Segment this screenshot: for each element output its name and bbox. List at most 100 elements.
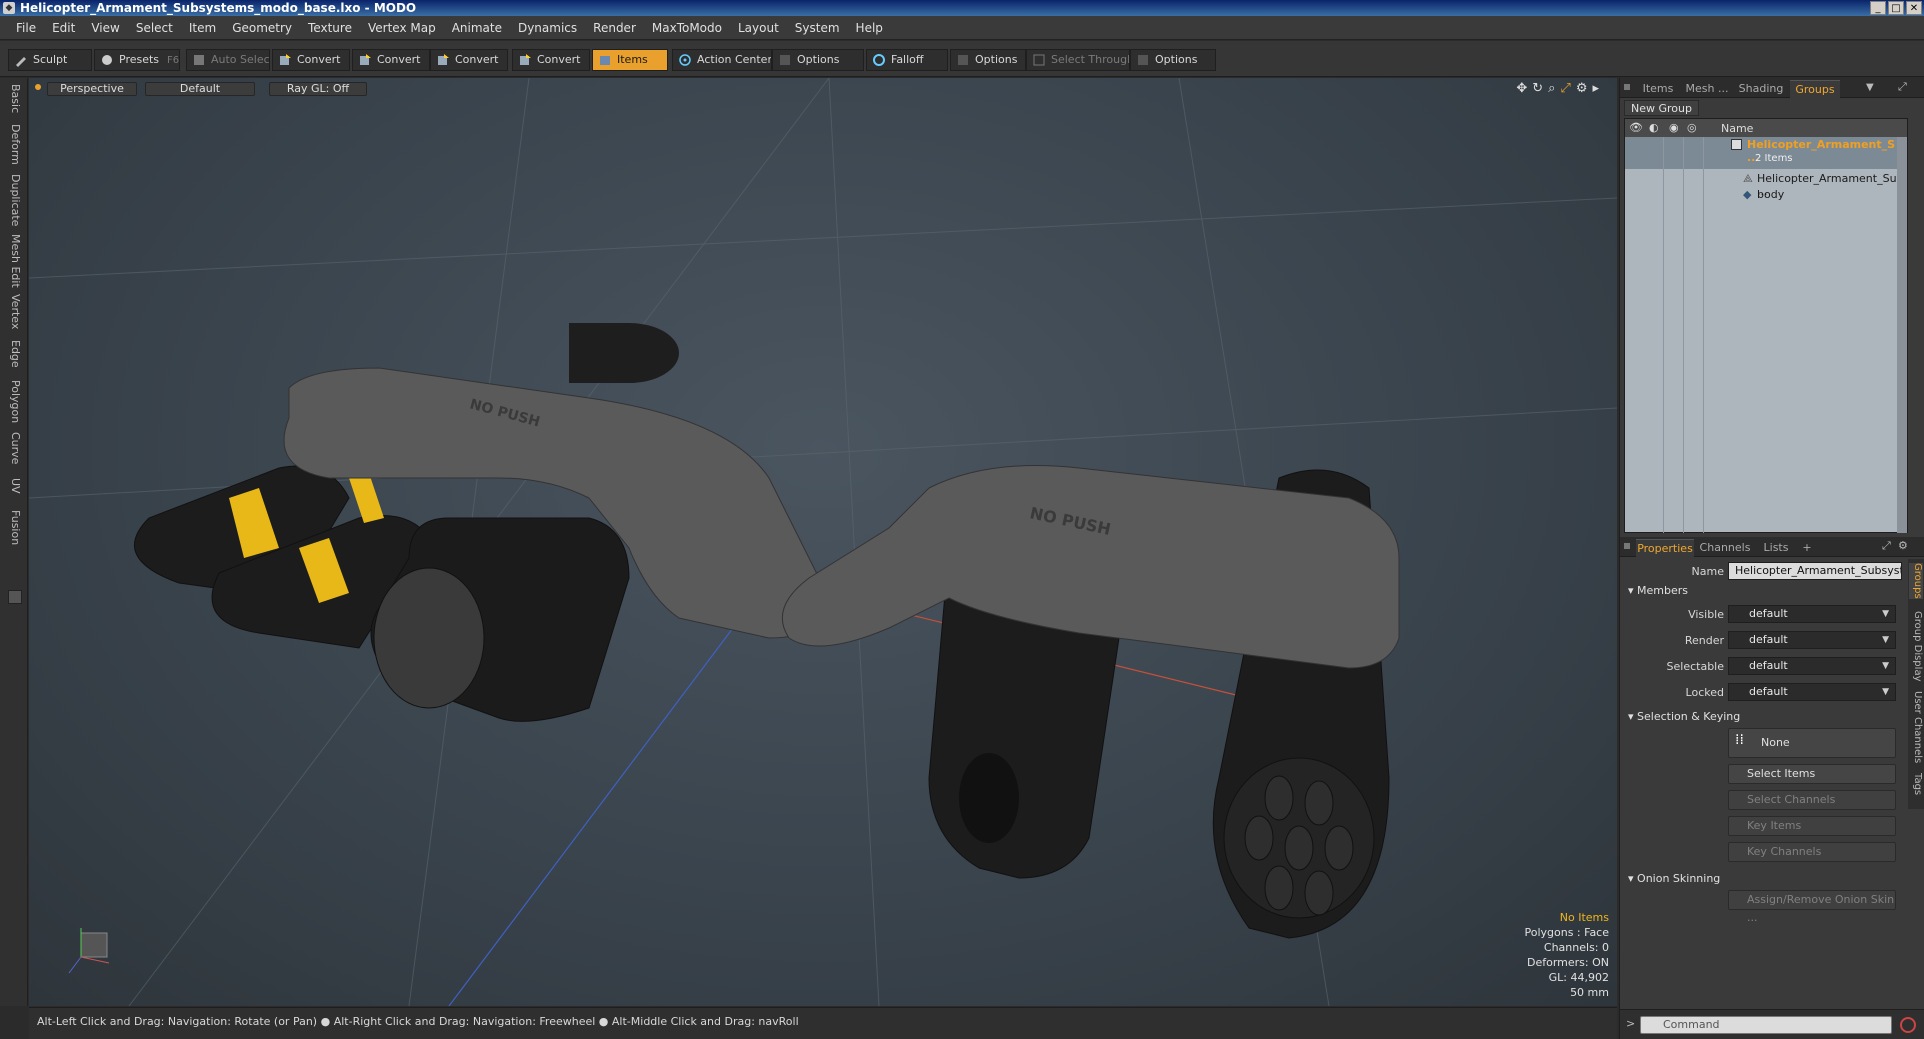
tab-items[interactable]: Items bbox=[1636, 80, 1680, 98]
tab-fusion[interactable]: Fusion bbox=[6, 510, 22, 545]
select-channels-button[interactable]: Select Channels bbox=[1728, 790, 1896, 810]
minimize-button[interactable]: _ bbox=[1870, 1, 1886, 15]
shading-selector[interactable]: Default bbox=[145, 82, 255, 96]
record-icon[interactable] bbox=[1900, 1017, 1916, 1033]
sculpt-button[interactable]: Sculpt bbox=[8, 49, 92, 71]
tab-mesh[interactable]: Mesh ... bbox=[1682, 80, 1732, 98]
menu-view[interactable]: View bbox=[83, 16, 127, 40]
render-icon[interactable]: ◐ bbox=[1649, 121, 1659, 134]
lock-icon[interactable]: ◉ bbox=[1669, 121, 1679, 134]
column-name[interactable]: Name bbox=[1721, 122, 1753, 135]
view-type-selector[interactable]: Perspective bbox=[47, 82, 137, 96]
render-dropdown[interactable]: default ▼ bbox=[1728, 631, 1896, 649]
viewport-dot-icon[interactable] bbox=[35, 84, 41, 90]
tab-edge[interactable]: Edge bbox=[6, 340, 22, 368]
menu-item[interactable]: Item bbox=[181, 16, 224, 40]
selection-keying-label: Selection & Keying bbox=[1637, 710, 1741, 723]
action-center-button[interactable]: Action Center bbox=[672, 49, 772, 71]
select-icon[interactable]: ◎ bbox=[1687, 121, 1697, 134]
scrollbar[interactable] bbox=[1897, 137, 1907, 533]
key-items-button[interactable]: Key Items bbox=[1728, 816, 1896, 836]
menu-file[interactable]: File bbox=[8, 16, 44, 40]
items-mode-button[interactable]: Items bbox=[592, 49, 668, 71]
menu-animate[interactable]: Animate bbox=[444, 16, 510, 40]
visibility-eye-icon[interactable]: 👁 bbox=[1629, 121, 1643, 134]
options-button-2[interactable]: Options bbox=[950, 49, 1026, 71]
menu-system[interactable]: System bbox=[787, 16, 848, 40]
raygl-toggle[interactable]: Ray GL: Off bbox=[269, 82, 367, 96]
selection-keying-section[interactable]: ▾ Selection & Keying bbox=[1628, 710, 1740, 723]
panel-menu-icon[interactable] bbox=[1624, 84, 1630, 90]
tab-deform[interactable]: Deform bbox=[6, 124, 22, 165]
selectable-dropdown[interactable]: default ▼ bbox=[1728, 657, 1896, 675]
command-input[interactable]: Command bbox=[1640, 1016, 1892, 1034]
key-channels-button[interactable]: Key Channels bbox=[1728, 842, 1896, 862]
expand-arrow-icon[interactable]: ▸ bbox=[1592, 81, 1599, 96]
convert-button-1[interactable]: Convert bbox=[272, 49, 350, 71]
tab-curve[interactable]: Curve bbox=[6, 432, 22, 464]
panel-toggle-icon[interactable] bbox=[8, 590, 22, 604]
items-label: Items bbox=[617, 53, 648, 66]
locked-dropdown[interactable]: default ▼ bbox=[1728, 683, 1896, 701]
tab-uv[interactable]: UV bbox=[6, 478, 22, 494]
3d-viewport[interactable]: NO PUSH NO PUSH Perspective Default Ray … bbox=[29, 78, 1617, 1006]
menu-geometry[interactable]: Geometry bbox=[224, 16, 300, 40]
convert-button-2[interactable]: Convert bbox=[352, 49, 430, 71]
selection-mode-none-button[interactable]: ⁞⁞ None bbox=[1728, 728, 1896, 758]
group-list[interactable]: 👁 ◐ ◉ ◎ Name Helicopter_Armament_S ... 2… bbox=[1624, 118, 1908, 533]
tab-groups[interactable]: Groups bbox=[1790, 80, 1840, 98]
menu-layout[interactable]: Layout bbox=[730, 16, 787, 40]
menu-edit[interactable]: Edit bbox=[44, 16, 83, 40]
menu-help[interactable]: Help bbox=[848, 16, 891, 40]
convert-button-3[interactable]: Convert bbox=[430, 49, 508, 71]
side-tab-groups[interactable]: Groups bbox=[1909, 563, 1923, 599]
expand-panel-icon[interactable]: ⤢ bbox=[1898, 80, 1907, 94]
convert-label: Convert bbox=[297, 53, 341, 66]
list-item[interactable]: ⟁ Helicopter_Armament_Sub ... bbox=[1625, 171, 1907, 198]
options-button-3[interactable]: Options bbox=[1130, 49, 1216, 71]
menu-dynamics[interactable]: Dynamics bbox=[510, 16, 585, 40]
presets-button[interactable]: Presets F6 bbox=[94, 49, 180, 71]
side-tab-user-channels[interactable]: User Channels bbox=[1909, 691, 1923, 763]
options-button-1[interactable]: Options bbox=[772, 49, 864, 71]
move-view-icon[interactable]: ✥ bbox=[1516, 81, 1527, 96]
onion-skinning-section[interactable]: ▾ Onion Skinning bbox=[1628, 872, 1720, 885]
select-items-button[interactable]: Select Items bbox=[1728, 764, 1896, 784]
group-row[interactable]: Helicopter_Armament_S ... 2 Items bbox=[1625, 137, 1907, 169]
new-group-button[interactable]: New Group bbox=[1624, 100, 1699, 116]
rotate-view-icon[interactable]: ↻ bbox=[1532, 81, 1543, 96]
fit-view-icon[interactable]: ⤢ bbox=[1560, 81, 1570, 96]
tab-duplicate[interactable]: Duplicate bbox=[6, 174, 22, 226]
render-value: default bbox=[1749, 633, 1788, 646]
falloff-label: Falloff bbox=[891, 53, 924, 66]
tab-shading[interactable]: Shading bbox=[1734, 80, 1788, 98]
menu-select[interactable]: Select bbox=[128, 16, 181, 40]
tab-basic[interactable]: Basic bbox=[6, 84, 22, 113]
side-tab-group-display[interactable]: Group Display bbox=[1909, 611, 1923, 681]
list-item[interactable]: ◆ body bbox=[1625, 187, 1907, 203]
menu-texture[interactable]: Texture bbox=[300, 16, 360, 40]
tab-mesh-edit[interactable]: Mesh Edit bbox=[6, 234, 22, 288]
visible-dropdown[interactable]: default ▼ bbox=[1728, 605, 1896, 623]
zoom-view-icon[interactable]: ⌕ bbox=[1548, 81, 1555, 96]
auto-select-button[interactable]: Auto Select bbox=[186, 49, 270, 71]
title-bar: ◆ Helicopter_Armament_Subsystems_modo_ba… bbox=[0, 0, 1924, 16]
close-button[interactable]: ✕ bbox=[1906, 1, 1922, 15]
maximize-button[interactable]: □ bbox=[1888, 1, 1904, 15]
select-through-button[interactable]: Select Through bbox=[1026, 49, 1130, 71]
chevron-down-icon[interactable]: ▼ bbox=[1866, 82, 1874, 93]
menu-vertex-map[interactable]: Vertex Map bbox=[360, 16, 444, 40]
group-name-field[interactable]: Helicopter_Armament_Subsystems bbox=[1728, 562, 1902, 580]
settings-gear-icon[interactable]: ⚙ bbox=[1576, 81, 1588, 96]
action-center-icon bbox=[679, 54, 691, 66]
side-tab-tags[interactable]: Tags bbox=[1909, 773, 1923, 795]
tab-vertex[interactable]: Vertex bbox=[6, 294, 22, 329]
convert-button-4[interactable]: Convert bbox=[512, 49, 590, 71]
menu-maxtomodo[interactable]: MaxToModo bbox=[644, 16, 730, 40]
locked-label: Locked bbox=[1685, 686, 1724, 699]
menu-render[interactable]: Render bbox=[585, 16, 644, 40]
assign-onion-skin-button[interactable]: Assign/Remove Onion Skin ... bbox=[1728, 890, 1896, 924]
members-section[interactable]: ▾ Members bbox=[1628, 584, 1688, 597]
falloff-button[interactable]: Falloff bbox=[866, 49, 948, 71]
tab-polygon[interactable]: Polygon bbox=[6, 380, 22, 423]
